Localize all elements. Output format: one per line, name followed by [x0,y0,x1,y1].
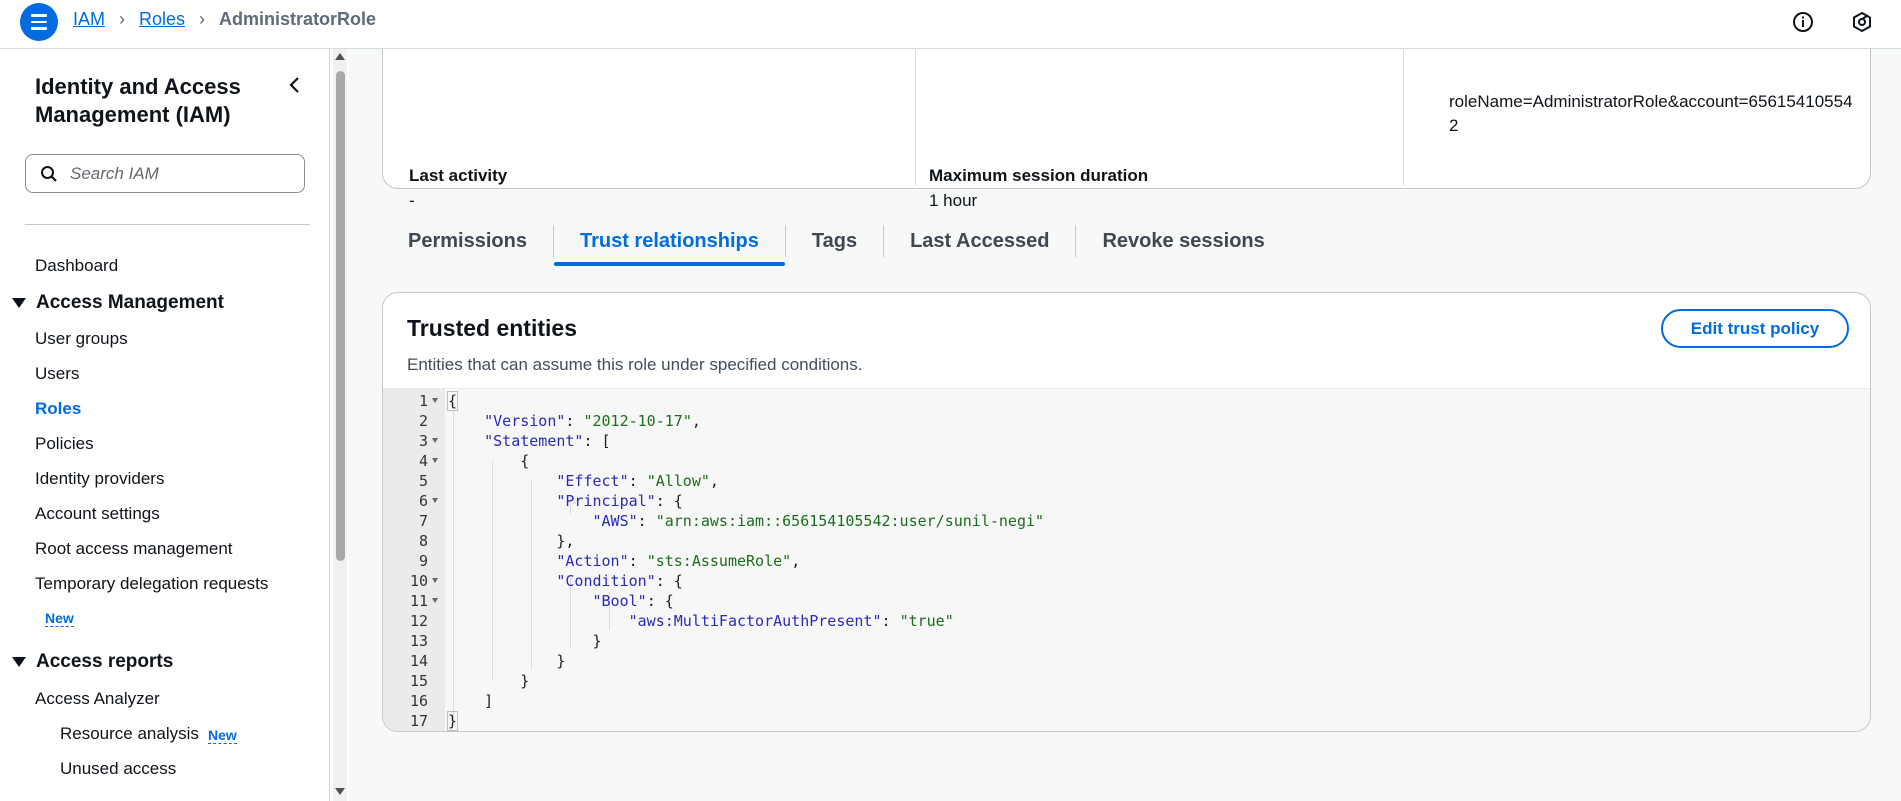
breadcrumb-roles-link[interactable]: Roles [139,9,185,30]
scroll-down-icon[interactable] [335,788,345,795]
main-content: roleName=AdministratorRole&account=65615… [348,49,1901,801]
trusted-entities-title: Trusted entities [407,315,577,341]
code-line: 11 "Bool": { [409,592,674,610]
sidebar-item-access-analyzer[interactable]: Access Analyzer [35,689,160,709]
tab-permissions[interactable]: Permissions [382,219,553,263]
code-line: 12 "aws:MultiFactorAuthPresent": "true" [409,612,954,630]
sidebar-item-users[interactable]: Users [35,364,79,384]
sidebar-item-root-access-management[interactable]: Root access management [35,539,233,559]
tab-tags[interactable]: Tags [786,219,883,263]
new-badge[interactable]: New [208,727,237,744]
code-line: 3 "Statement": [ [418,432,611,450]
chevron-right-icon: › [119,9,126,29]
arn-fragment: 2 [1449,116,1459,135]
caret-down-icon [12,657,26,667]
code-line: 5 "Effect": "Allow", [418,472,719,490]
cloudshell-icon[interactable] [1851,11,1873,33]
side-navigation: Identity and Access Management (IAM) Das… [0,49,330,801]
max-session-value: 1 hour [929,191,978,210]
last-activity-label: Last activity [409,166,508,185]
max-session-label: Maximum session duration [929,166,1149,185]
column-divider [915,50,916,186]
column-divider [1403,50,1404,186]
breadcrumb-current: AdministratorRole [219,9,377,29]
sidebar-section-access-reports[interactable]: Access reports [12,651,173,673]
code-line: 16 ] [409,692,494,710]
sidebar-item-identity-providers[interactable]: Identity providers [35,469,164,489]
sidebar-item-unused-access[interactable]: Unused access [60,759,176,779]
fold-caret-icon[interactable] [432,498,438,503]
code-line: 17} [409,711,459,731]
code-line: 2 "Version": "2012-10-17", [418,412,701,430]
tab-trust-relationships[interactable]: Trust relationships [553,219,785,266]
fold-caret-icon[interactable] [432,578,438,583]
last-activity-value: - [409,191,415,210]
code-line: 14 } [409,652,566,670]
search-icon [41,165,57,182]
code-line: 4 { [418,452,530,470]
role-tabs: Permissions Trust relationships Tags Las… [382,219,1291,266]
sidebar-title: Identity and Access Management (IAM) [35,74,241,127]
code-line: 6 "Principal": { [418,492,683,510]
new-badge[interactable]: New [45,610,74,627]
top-navigation-bar: IAM › Roles › AdministratorRole [0,0,1901,49]
breadcrumb-iam-link[interactable]: IAM [73,9,105,30]
tab-last-accessed[interactable]: Last Accessed [884,219,1075,263]
code-line: 9 "Action": "sts:AssumeRole", [418,552,801,570]
trusted-entities-card: Trusted entities Entities that can assum… [382,292,1871,732]
search-iam [25,154,305,193]
code-line: 10 "Condition": { [409,572,683,590]
collapse-sidebar-icon[interactable] [285,75,305,95]
code-line: 8 }, [418,532,575,550]
chevron-right-icon: › [199,9,206,29]
section-label: Access Management [36,292,224,313]
fold-caret-icon[interactable] [432,598,438,603]
arn-fragment: roleName=AdministratorRole&account=65615… [1449,92,1853,111]
sidebar-section-access-management[interactable]: Access Management [12,292,224,314]
scroll-up-icon[interactable] [335,53,345,60]
info-icon[interactable] [1792,11,1814,33]
sidebar-item-resource-analysis[interactable]: Resource analysis [60,724,199,744]
section-label: Access reports [36,651,174,672]
sidebar-divider [25,224,310,225]
sidebar-item-user-groups[interactable]: User groups [35,329,128,349]
sidebar-scrollbar[interactable] [333,49,347,801]
breadcrumb: IAM › Roles › AdministratorRole [73,9,376,30]
code-line: 13 } [409,632,602,650]
edit-trust-policy-button[interactable]: Edit trust policy [1661,309,1849,348]
fold-caret-icon[interactable] [432,398,438,403]
fold-caret-icon[interactable] [432,458,438,463]
role-summary-card: roleName=AdministratorRole&account=65615… [382,49,1871,210]
sidebar-item-temporary-delegation-requests[interactable]: Temporary delegation requests [35,574,268,594]
trusted-entities-description: Entities that can assume this role under… [407,355,863,374]
scrollbar-thumb[interactable] [336,71,345,561]
code-line: 7 "AWS": "arn:aws:iam::656154105542:user… [418,512,1045,530]
sidebar-item-dashboard[interactable]: Dashboard [35,256,118,276]
sidebar-item-policies[interactable]: Policies [35,434,94,454]
search-input[interactable] [70,163,290,184]
fold-caret-icon[interactable] [432,438,438,443]
trust-policy-code-viewer[interactable]: 1{ 2 "Version": "2012-10-17", 3 "Stateme… [383,388,1870,731]
sidebar-item-account-settings[interactable]: Account settings [35,504,160,524]
caret-down-icon [12,298,26,308]
hamburger-menu-icon[interactable] [20,3,58,41]
tab-revoke-sessions[interactable]: Revoke sessions [1076,219,1290,263]
code-line: 1{ [418,391,459,411]
code-line: 15 } [409,672,530,690]
sidebar-item-roles[interactable]: Roles [35,399,81,419]
